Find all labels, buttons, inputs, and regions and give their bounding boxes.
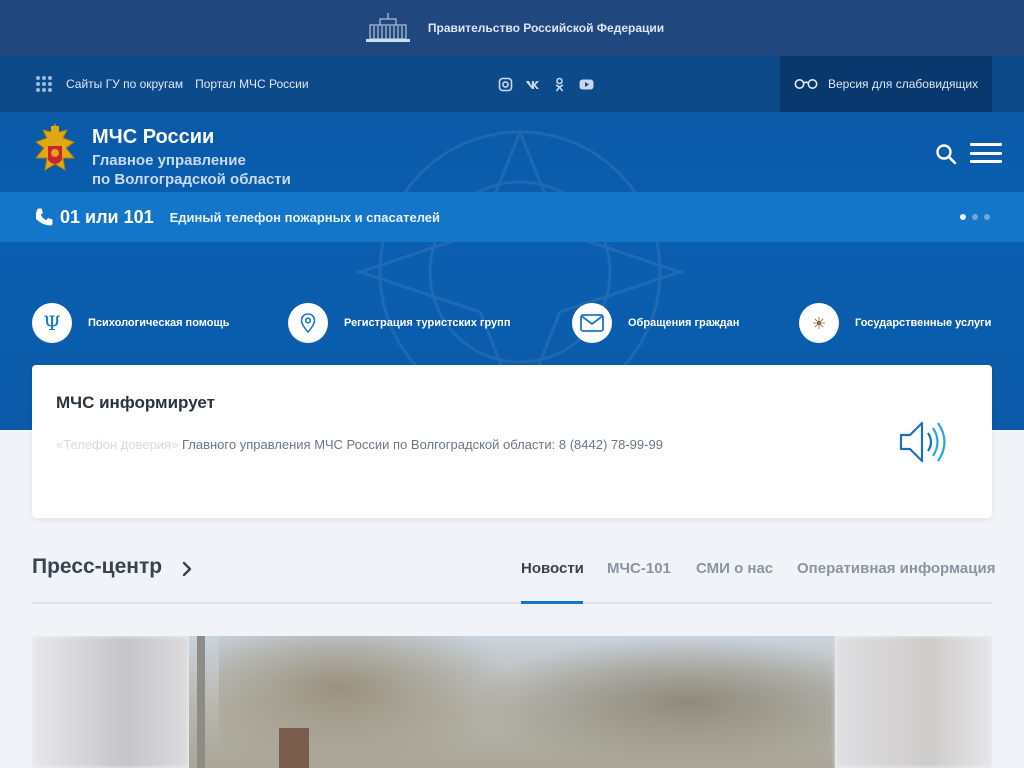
accessibility-label: Версия для слабовидящих (828, 77, 979, 91)
quick-services: Ψ Психологическая помощь Регистрация тур… (32, 300, 992, 346)
speaker-icon[interactable] (898, 419, 954, 465)
youtube-icon[interactable] (579, 77, 594, 92)
carousel-dots (960, 214, 990, 220)
org-subtitle-2: по Волгоградской области (92, 171, 291, 188)
hotline-number[interactable]: 01 или 101 (60, 207, 154, 228)
press-tabs: Новости МЧС-101 СМИ о нас Оперативная ин… (0, 560, 1024, 580)
instagram-icon[interactable] (498, 77, 513, 92)
tab-news[interactable]: Новости (521, 560, 584, 577)
utility-links: Сайты ГУ по округам Портал МЧС России (36, 56, 309, 112)
government-building-icon (365, 13, 410, 42)
service-label: Регистрация туристских групп (344, 317, 511, 329)
org-subtitle-1: Главное управление (92, 152, 246, 169)
accessibility-version-button[interactable]: Версия для слабовидящих (780, 56, 992, 112)
info-ticker-text: Главного управления МЧС России по Волгог… (181, 437, 663, 452)
menu-hamburger-icon[interactable] (970, 143, 1002, 163)
tab-media-about-us[interactable]: СМИ о нас (696, 560, 773, 577)
hotline-strip: 01 или 101 Единый телефон пожарных и спа… (0, 192, 1024, 242)
utility-bar: Сайты ГУ по округам Портал МЧС России Ве… (0, 56, 1024, 112)
hotline-description: Единый телефон пожарных и спасателей (169, 209, 441, 225)
carousel-dot-3[interactable] (984, 214, 990, 220)
tab-operational-info[interactable]: Оперативная информация (797, 560, 995, 577)
org-title: МЧС России (92, 126, 215, 148)
slide-next[interactable] (835, 636, 992, 768)
service-state-services[interactable]: Государственные услуги (799, 300, 991, 346)
service-citizen-appeals[interactable]: Обращения граждан (572, 300, 739, 346)
service-label: Психологическая помощь (88, 317, 230, 329)
psi-icon: Ψ (32, 303, 72, 343)
carousel-dot-1[interactable] (960, 214, 966, 220)
government-bar[interactable]: Правительство Российской Федерации (0, 0, 1024, 56)
news-photo-slider[interactable] (32, 636, 992, 768)
service-label: Обращения граждан (628, 317, 740, 329)
slide-previous[interactable] (32, 636, 189, 768)
active-tab-indicator (521, 601, 583, 604)
government-link[interactable]: Правительство Российской Федерации (428, 21, 664, 35)
glasses-icon (794, 79, 818, 89)
tab-mchs-101[interactable]: МЧС-101 (607, 560, 671, 577)
info-ticker[interactable]: «Телефон доверия» Главного управления МЧ… (56, 437, 663, 452)
service-label: Государственные услуги (855, 317, 992, 329)
map-pin-icon (288, 303, 328, 343)
search-icon[interactable] (934, 142, 958, 166)
tabs-divider (32, 602, 992, 604)
mchs-emblem-icon (34, 122, 76, 171)
info-ticker-fade: «Телефон доверия» (56, 437, 182, 452)
mchs-portal-link[interactable]: Портал МЧС России (195, 77, 309, 91)
odnoklassniki-icon[interactable] (552, 77, 567, 92)
carousel-dot-2[interactable] (972, 214, 978, 220)
slide-current-photo[interactable] (189, 636, 835, 768)
info-title: МЧС информирует (56, 393, 215, 412)
mchs-informs-card: МЧС информирует «Телефон доверия» Главно… (32, 365, 992, 518)
envelope-icon (572, 303, 612, 343)
service-tourist-registration[interactable]: Регистрация туристских групп (288, 300, 510, 346)
vk-icon[interactable] (525, 77, 540, 92)
phone-icon (35, 208, 53, 226)
regional-sites-link[interactable]: Сайты ГУ по округам (66, 77, 183, 91)
service-psychological-help[interactable]: Ψ Психологическая помощь (32, 300, 230, 346)
social-links (498, 56, 594, 112)
apps-grid-icon[interactable] (36, 76, 52, 92)
emblem-icon (799, 303, 839, 343)
site-logo[interactable]: МЧС России Главное управление по Волгогр… (32, 122, 291, 187)
